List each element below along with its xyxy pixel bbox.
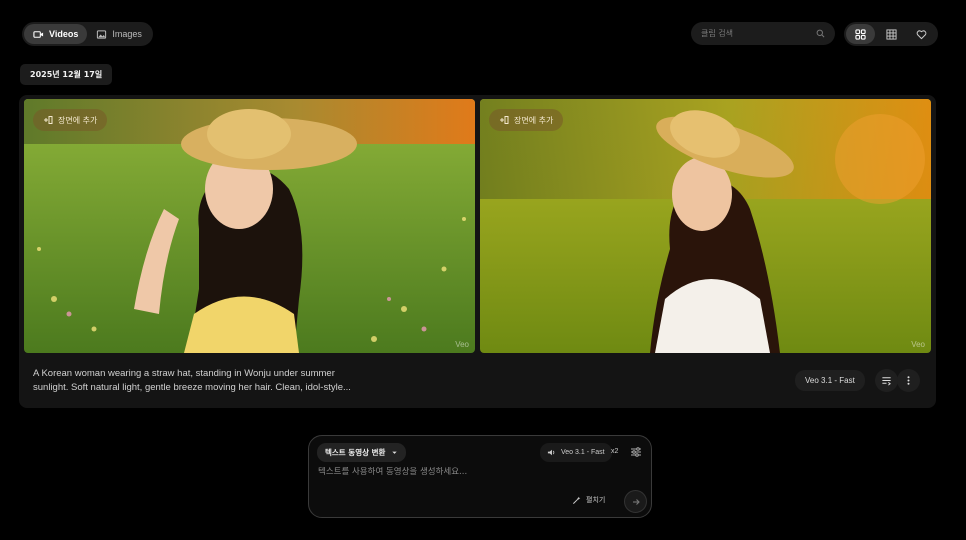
- prompt-caption: A Korean woman wearing a straw hat, stan…: [33, 368, 351, 393]
- more-vertical-icon: [907, 376, 910, 385]
- grid-small-icon: [885, 28, 897, 40]
- view-toggle: [844, 22, 938, 46]
- search-icon[interactable]: [816, 29, 825, 38]
- model-badge: Veo 3.1 - Fast: [795, 370, 865, 391]
- expand-button[interactable]: 펼치기: [572, 495, 605, 505]
- mode-select-label: 텍스트 동영상 변환: [325, 448, 386, 457]
- add-to-scene-label: 장면에 추가: [58, 115, 98, 125]
- heart-icon: [916, 29, 927, 39]
- prompt-input[interactable]: [318, 467, 638, 477]
- send-button[interactable]: [624, 490, 647, 513]
- video-thumbnail-2[interactable]: 장면에 추가 Veo: [480, 99, 931, 353]
- add-to-scene-label: 장면에 추가: [514, 115, 554, 125]
- image-icon: [97, 29, 107, 39]
- tab-videos[interactable]: Videos: [24, 24, 88, 44]
- tab-videos-label: Videos: [49, 29, 79, 39]
- watermark: Veo: [911, 340, 925, 349]
- add-scene-icon: [44, 116, 53, 124]
- tab-images-label: Images: [112, 29, 142, 39]
- reuse-prompt-button[interactable]: [875, 369, 898, 392]
- speaker-icon: [547, 449, 555, 456]
- watermark: Veo: [455, 340, 469, 349]
- mode-select[interactable]: 텍스트 동영상 변환: [317, 443, 407, 462]
- expand-label: 펼치기: [586, 496, 606, 504]
- prompt-composer: 텍스트 동영상 변환 Veo 3.1 - Fast x2 펼치기: [308, 435, 652, 518]
- media-type-toggle: Videos Images: [22, 22, 153, 46]
- view-grid-large-button[interactable]: [846, 24, 875, 44]
- video-frame-2: [480, 99, 931, 353]
- add-scene-icon: [500, 116, 509, 124]
- result-card: 장면에 추가 Veo 장면에 추가 Veo A Korean woman wea…: [19, 95, 936, 408]
- model-select-label: Veo 3.1 - Fast: [561, 449, 605, 456]
- grid-large-icon: [855, 28, 866, 40]
- add-to-scene-button-1[interactable]: 장면에 추가: [33, 109, 108, 131]
- magic-wand-icon: [572, 496, 581, 504]
- video-frame-1: [24, 99, 475, 353]
- output-count[interactable]: x2: [611, 448, 618, 455]
- video-thumbnail-1[interactable]: 장면에 추가 Veo: [24, 99, 475, 353]
- search-box: [691, 22, 835, 45]
- text-lines-icon: [882, 377, 891, 386]
- settings-sliders-icon[interactable]: [629, 445, 643, 459]
- add-to-scene-button-2[interactable]: 장면에 추가: [489, 109, 564, 131]
- arrow-right-icon: [632, 498, 640, 505]
- chevron-down-icon: [392, 451, 398, 454]
- more-options-button[interactable]: [897, 369, 920, 392]
- date-label: 2025년 12월 17일: [20, 64, 113, 85]
- view-grid-small-button[interactable]: [877, 24, 906, 44]
- favorites-button[interactable]: [907, 24, 936, 44]
- model-select[interactable]: Veo 3.1 - Fast: [540, 443, 612, 462]
- tab-images[interactable]: Images: [87, 24, 151, 44]
- video-icon: [33, 30, 44, 38]
- search-input[interactable]: [701, 29, 801, 38]
